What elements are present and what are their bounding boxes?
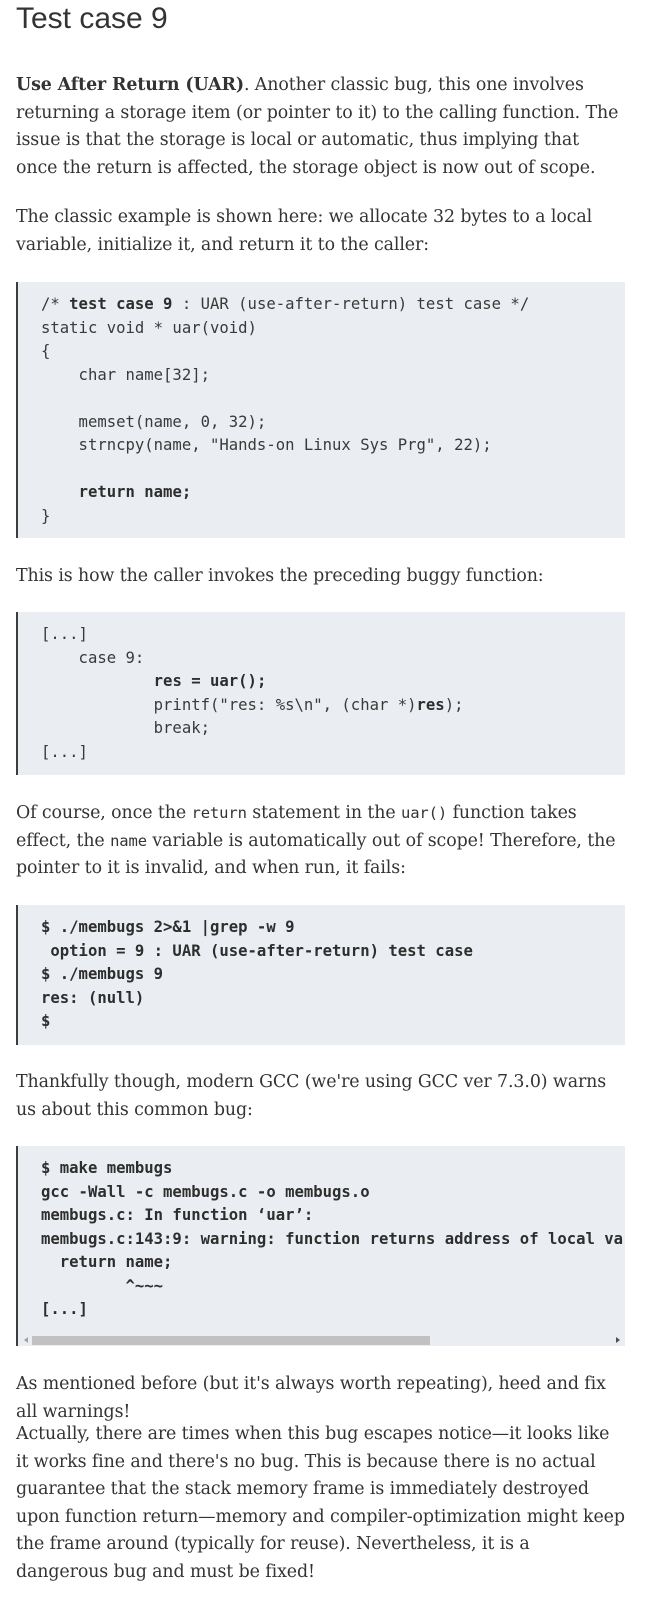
scroll-right-arrow-icon[interactable]	[616, 1337, 620, 1343]
uar-term: Use After Return (UAR)	[16, 75, 244, 95]
intro-paragraph: Use After Return (UAR). Another classic …	[16, 72, 625, 182]
code-caller: [...] case 9: res = uar(); printf("res: …	[41, 625, 464, 761]
code-run-output: $ ./membugs 2>&1 |grep -w 9 option = 9 :…	[41, 918, 473, 1030]
code-block-uar-function: /* test case 9 : UAR (use-after-return) …	[16, 282, 625, 538]
page-title: Test case 9	[16, 2, 168, 35]
horizontal-scrollbar[interactable]	[18, 1334, 625, 1346]
gcc-warning-paragraph: Thankfully though, modern GCC (we're usi…	[16, 1072, 607, 1120]
code-block-gcc-warning: $ make membugs gcc -Wall -c membugs.c -o…	[16, 1146, 625, 1346]
code-gcc-warning: $ make membugs gcc -Wall -c membugs.c -o…	[41, 1159, 625, 1318]
code-uar-function: /* test case 9 : UAR (use-after-return) …	[41, 295, 530, 525]
caller-paragraph: This is how the caller invokes the prece…	[16, 566, 544, 586]
escapes-notice-paragraph: Actually, there are times when this bug …	[16, 1424, 625, 1582]
scroll-left-arrow-icon[interactable]	[24, 1337, 28, 1343]
classic-example-paragraph: The classic example is shown here: we al…	[16, 207, 593, 255]
scrollbar-thumb[interactable]	[32, 1336, 430, 1345]
out-of-scope-paragraph: Of course, once the return statement in …	[16, 803, 616, 878]
code-block-run-output: $ ./membugs 2>&1 |grep -w 9 option = 9 :…	[16, 905, 625, 1045]
heed-warnings-paragraph: As mentioned before (but it's always wor…	[16, 1374, 606, 1422]
code-block-caller: [...] case 9: res = uar(); printf("res: …	[16, 612, 625, 775]
